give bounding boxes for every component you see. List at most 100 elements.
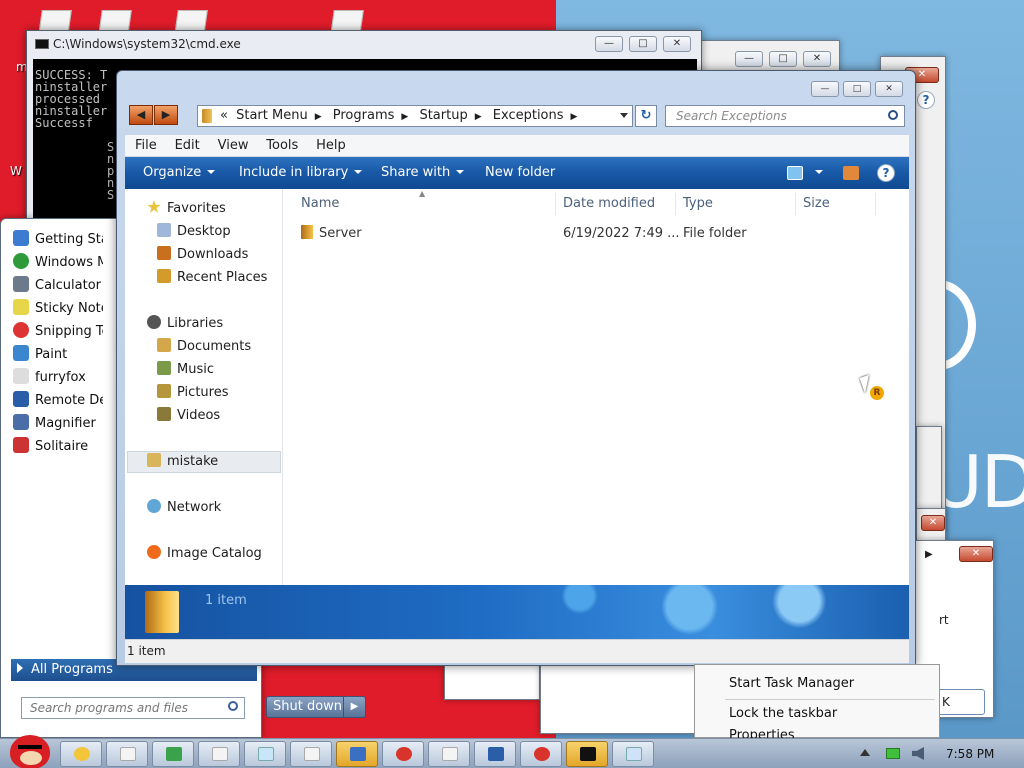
menu-tools[interactable]: Tools [266, 135, 298, 157]
close-button[interactable]: ✕ [959, 546, 993, 562]
close-button[interactable]: ✕ [663, 36, 691, 52]
chevron-down-icon[interactable] [620, 113, 628, 118]
breadcrumb-overflow[interactable]: « [220, 108, 228, 123]
nav-network[interactable]: Network [147, 497, 221, 519]
maximize-button[interactable]: □ [629, 36, 657, 52]
taskbar-button[interactable] [244, 741, 286, 767]
clock[interactable]: 7:58 PM [946, 747, 994, 761]
volume-icon[interactable] [912, 747, 924, 760]
start-item-solitaire[interactable]: Solitaire [13, 437, 103, 459]
start-item-snipping-tool[interactable]: Snipping Tool [13, 322, 103, 344]
taskbar-button[interactable] [520, 741, 562, 767]
breadcrumb-startup[interactable]: Startup [419, 108, 467, 123]
start-item-getting-started[interactable]: Getting Started [13, 230, 103, 252]
change-view-icon[interactable] [787, 166, 803, 180]
breadcrumb-programs[interactable]: Programs [333, 108, 395, 123]
nav-favorites[interactable]: Favorites [147, 198, 226, 220]
taskbar-button[interactable] [290, 741, 332, 767]
file-row-name[interactable]: Server [301, 223, 362, 245]
taskbar-button[interactable] [336, 741, 378, 767]
taskbar-button[interactable] [474, 741, 516, 767]
back-button[interactable]: ◀ [129, 105, 153, 125]
forward-button[interactable]: ▶ [154, 105, 178, 125]
start-item-calculator[interactable]: Calculator [13, 276, 103, 298]
column-header-type[interactable]: Type [683, 193, 713, 215]
close-button[interactable]: ✕ [803, 51, 831, 67]
search-input[interactable]: Search Exceptions [665, 105, 905, 127]
taskbar-button[interactable] [428, 741, 470, 767]
maximize-button[interactable]: □ [843, 81, 871, 97]
start-item-sticky-notes[interactable]: Sticky Notes [13, 299, 103, 321]
help-icon[interactable]: ? [917, 91, 935, 109]
chevron-right-icon[interactable]: ▶ [475, 112, 482, 122]
menu-item-start-task-manager[interactable]: Start Task Manager [729, 676, 854, 691]
start-item-magnifier[interactable]: Magnifier [13, 414, 103, 436]
menu-file[interactable]: File [135, 135, 157, 157]
minimize-button[interactable]: — [811, 81, 839, 97]
close-button[interactable]: ✕ [921, 515, 945, 531]
column-header-size[interactable]: Size [803, 193, 830, 215]
nav-music[interactable]: Music [157, 359, 214, 381]
chevron-right-icon[interactable]: ▶ [401, 112, 408, 122]
minimize-button[interactable]: — [735, 51, 763, 67]
help-button[interactable]: ? [877, 164, 895, 182]
breadcrumb-exceptions[interactable]: Exceptions [493, 108, 564, 123]
shutdown-button[interactable]: Shut down ▶ [266, 696, 366, 718]
preview-pane-icon[interactable] [843, 166, 859, 180]
nav-image-catalog[interactable]: Image Catalog [147, 543, 262, 565]
organize-button[interactable]: Organize [143, 157, 216, 189]
menu-edit[interactable]: Edit [175, 135, 200, 157]
show-hidden-icons-icon[interactable] [860, 749, 870, 756]
menu-view[interactable]: View [218, 135, 249, 157]
taskbar-context-menu[interactable]: Start Task Manager Lock the taskbar Prop… [694, 664, 940, 743]
maximize-button[interactable]: □ [769, 51, 797, 67]
taskbar-button[interactable] [106, 741, 148, 767]
new-folder-button[interactable]: New folder [485, 157, 555, 189]
taskbar-button[interactable] [152, 741, 194, 767]
navigation-pane[interactable]: Favorites Desktop Downloads Recent Place… [125, 189, 283, 585]
share-with-button[interactable]: Share with [381, 157, 465, 189]
start-item-remote-desktop[interactable]: Remote Desktop Connection [13, 391, 103, 413]
nav-documents[interactable]: Documents [157, 336, 251, 358]
background-window[interactable] [444, 664, 540, 700]
column-divider[interactable] [675, 193, 676, 215]
start-item-windows-media[interactable]: Windows Media Center [13, 253, 103, 275]
chevron-right-icon[interactable]: ▶ [571, 112, 578, 122]
nav-mistake[interactable]: mistake [147, 451, 218, 473]
chevron-right-icon[interactable]: ▶ [343, 697, 365, 717]
nav-downloads[interactable]: Downloads [157, 244, 248, 266]
column-divider[interactable] [875, 193, 876, 215]
nav-recent-places[interactable]: Recent Places [157, 267, 267, 289]
background-window[interactable] [540, 664, 700, 734]
taskbar-button[interactable] [612, 741, 654, 767]
breadcrumb-start-menu[interactable]: Start Menu [236, 108, 308, 123]
column-header-name[interactable]: Name [301, 193, 339, 215]
column-divider[interactable] [795, 193, 796, 215]
battery-icon[interactable] [886, 748, 900, 759]
nav-desktop[interactable]: Desktop [157, 221, 231, 243]
start-button[interactable] [4, 729, 54, 768]
view-options-button[interactable] [809, 157, 823, 189]
menu-help[interactable]: Help [316, 135, 346, 157]
start-item-furryfox[interactable]: furryfox [13, 368, 103, 390]
include-in-library-button[interactable]: Include in library [239, 157, 363, 189]
menu-item-lock-taskbar[interactable]: Lock the taskbar [729, 706, 837, 721]
nav-videos[interactable]: Videos [157, 405, 220, 427]
start-item-paint[interactable]: Paint [13, 345, 103, 367]
file-list[interactable]: ▲ Name Date modified Type Size Server 6/… [283, 189, 909, 585]
explorer-window[interactable]: — □ ✕ ◀ ▶ « Start Menu ▶ Programs ▶ Startu… [116, 70, 916, 666]
address-bar[interactable]: « Start Menu ▶ Programs ▶ Startup ▶ Excepti… [197, 105, 633, 127]
dialog-ok-button[interactable]: K [937, 689, 985, 715]
close-button[interactable]: ✕ [875, 81, 903, 97]
taskbar-button[interactable] [382, 741, 424, 767]
taskbar-button[interactable] [60, 741, 102, 767]
refresh-button[interactable]: ↻ [635, 105, 657, 127]
minimize-button[interactable]: — [595, 36, 623, 52]
taskbar-button[interactable] [566, 741, 608, 767]
taskbar-button[interactable] [198, 741, 240, 767]
nav-pictures[interactable]: Pictures [157, 382, 228, 404]
chevron-right-icon[interactable]: ▶ [315, 112, 322, 122]
column-divider[interactable] [555, 193, 556, 215]
nav-libraries[interactable]: Libraries [147, 313, 223, 335]
column-header-date-modified[interactable]: Date modified [563, 193, 655, 215]
